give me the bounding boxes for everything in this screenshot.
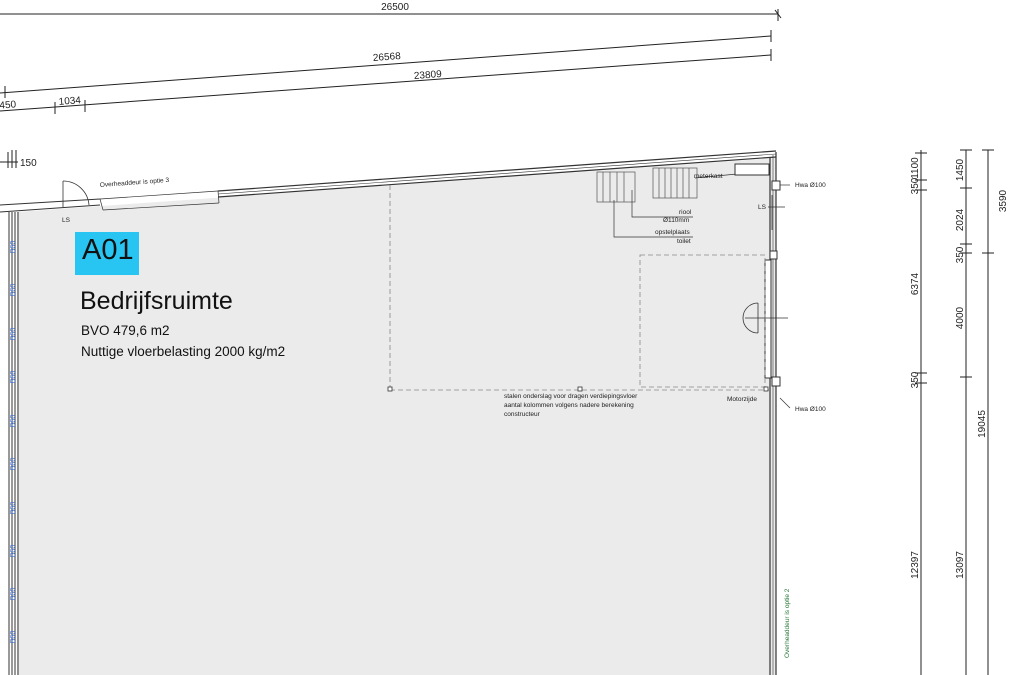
room-bvo: BVO 479,6 m2 (81, 323, 170, 338)
meterkast-label: meterkast (694, 173, 723, 180)
dim-segment-mid: 1034 (58, 95, 81, 108)
column-label: B60 (10, 371, 17, 384)
motorzijde-label: Motorzijde (727, 396, 757, 403)
dim-r1-1100: 1100 (910, 157, 921, 179)
steel-beam-note-line1: stalen onderslag voor dragen verdiepings… (504, 393, 638, 400)
door-option-3-label: Overheaddeur is optie 3 (100, 177, 170, 189)
dim-r2-1450: 1450 (955, 158, 966, 181)
hwa-top-label: Hwa Ø100 (795, 182, 826, 189)
dim-r1-350a: 350 (910, 177, 921, 194)
dim-r3-3590: 3590 (998, 189, 1009, 212)
dim-sloped-total: 26568 (373, 51, 402, 64)
dim-r1-350b: 350 (910, 371, 921, 388)
room-floor-load: Nuttige vloerbelasting 2000 kg/m2 (81, 344, 286, 359)
column-label: B60 (10, 588, 17, 601)
dim-r2-350: 350 (955, 246, 966, 263)
column-label: B60 (10, 545, 17, 558)
column-label: B60 (10, 241, 17, 254)
column-label: B60 (10, 458, 17, 471)
small-dimension-marks (0, 150, 18, 168)
dim-r1-12397: 12397 (910, 551, 921, 579)
right-dimension-col2: 1450 2024 350 4000 13097 (955, 158, 966, 578)
door-option-2-label: Overheaddeur is optie 2 (784, 588, 791, 658)
room-name: Bedrijfsruimte (80, 287, 233, 315)
ls-label-right: LS (758, 204, 767, 211)
column-label: B60 (10, 415, 17, 428)
column-label: B60 (10, 328, 17, 341)
door-swing (62, 180, 90, 207)
unit-code-badge: A01 (75, 232, 139, 275)
dim-total-width: 26500 (381, 2, 409, 13)
dim-r1-6374: 6374 (910, 272, 921, 295)
ls-label-left: LS (62, 217, 71, 224)
column-label-group: B60 B60 B60 B60 B60 B60 B60 B60 B60 B60 (10, 241, 17, 644)
dim-sloped-segment: 23809 (414, 69, 443, 82)
dim-r3-19045: 19045 (977, 410, 988, 438)
riool-label-line2: Ø110mm (663, 217, 689, 224)
dim-r2-2024: 2024 (955, 208, 966, 231)
dim-segment-small: 150 (20, 158, 37, 169)
meterkast-box (734, 163, 770, 176)
riool-label-line1: riool (679, 209, 692, 216)
column-label: B60 (10, 631, 17, 644)
dim-r2-4000: 4000 (955, 306, 966, 329)
dim-segment-left: 450 (0, 99, 17, 111)
right-dimension-col3: 3590 19045 (977, 189, 1009, 437)
column-label: B60 (10, 284, 17, 297)
hwa-bottom-label: Hwa Ø100 (795, 406, 826, 413)
dim-r2-13097: 13097 (955, 551, 966, 579)
column-label: B60 (10, 502, 17, 515)
toilet-label-line2: toilet (677, 238, 691, 245)
left-wall (8, 212, 19, 675)
right-dimension-col1: 1100 350 6374 350 12397 (910, 157, 921, 579)
steel-beam-note-line2: aantal kolommen volgens nadere berekenin… (504, 402, 634, 409)
sloped-dimension-lines (0, 30, 772, 114)
steel-beam-note-line3: constructeur (504, 411, 541, 418)
toilet-label-line1: opstelplaats (655, 229, 690, 236)
